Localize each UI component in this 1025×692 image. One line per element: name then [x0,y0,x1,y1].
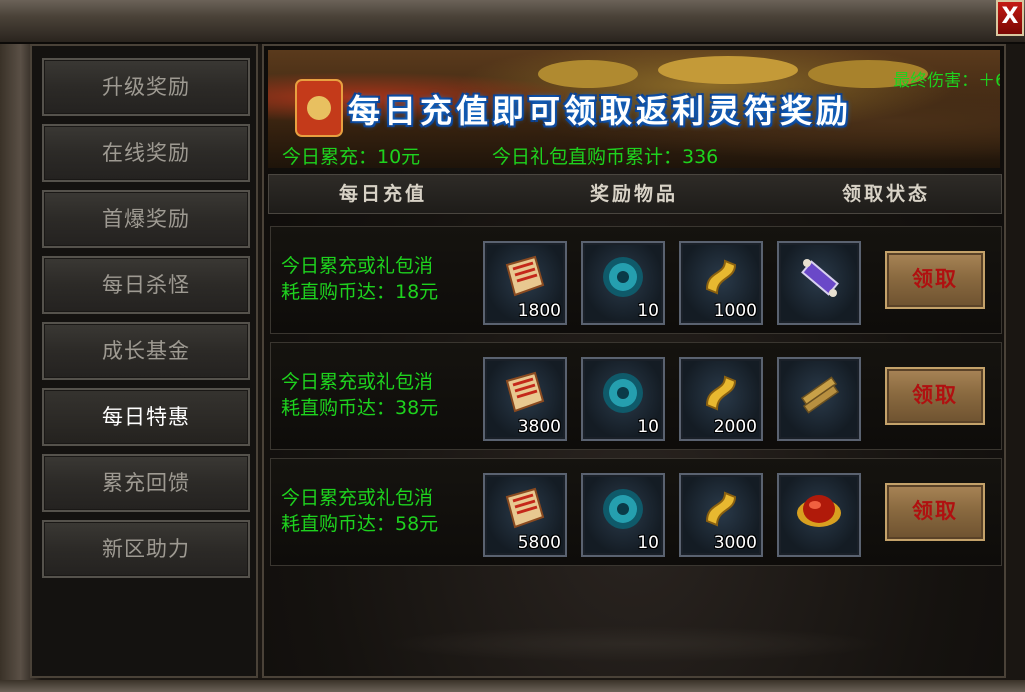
item-quantity: 1000 [713,301,757,321]
reward-row: 今日累充或礼包消 耗直购币达：18元 1800 10 1000 领取 [270,226,1002,334]
claim-button[interactable]: 领取 [885,483,985,541]
item-quantity: 10 [637,533,659,553]
sidebar-item-daily-kill[interactable]: 每日杀怪 [42,256,250,314]
final-damage-text: 最终伤害：＋6 [893,71,1000,91]
gold-scroll-icon [705,259,737,295]
item-slot[interactable]: 10 [581,473,665,557]
red-lantern-decoration [295,79,343,137]
sidebar-item-first-drop-reward[interactable]: 首爆奖励 [42,190,250,248]
claim-button[interactable]: 领取 [885,367,985,425]
item-slot[interactable]: 5800 [483,473,567,557]
item-quantity: 2000 [713,417,757,437]
sidebar-item-new-server-boost[interactable]: 新区助力 [42,520,250,578]
claim-button[interactable]: 领取 [885,251,985,309]
requirement-line-2: 耗直购币达：18元 [281,281,439,303]
today-recharge-text: 今日累充：10元 [282,146,421,168]
sidebar-item-daily-deal[interactable]: 每日特惠 [42,388,250,446]
today-gift-coins-text: 今日礼包直购币累计：336 [492,146,719,168]
item-quantity: 10 [637,417,659,437]
table-header: 每日充值 奖励物品 领取状态 [268,174,1002,214]
scroll-bundle-icon [800,376,840,414]
main-panel: 每日充值即可领取返利灵符奖励 最终伤害：＋6 今日累充：10元 今日礼包直购币累… [262,44,1006,678]
sidebar: 升级奖励 在线奖励 首爆奖励 每日杀怪 成长基金 每日特惠 累充回馈 新区助力 [30,44,258,678]
teal-orb-icon [603,257,643,297]
sidebar-item-online-reward[interactable]: 在线奖励 [42,124,250,182]
item-slot[interactable]: 2000 [679,357,763,441]
item-slot[interactable] [777,473,861,557]
item-slot[interactable] [777,357,861,441]
teal-orb-icon [603,489,643,529]
header-reward-items: 奖励物品 [589,183,678,205]
sidebar-item-growth-fund[interactable]: 成长基金 [42,322,250,380]
red-gem-icon [797,495,841,527]
item-slot[interactable]: 3800 [483,357,567,441]
teal-orb-icon [603,373,643,413]
sidebar-item-level-reward[interactable]: 升级奖励 [42,58,250,116]
item-quantity: 5800 [517,533,561,553]
item-slot[interactable]: 10 [581,241,665,325]
row-requirement: 今日累充或礼包消 耗直购币达：38元 [281,369,477,421]
requirement-line-2: 耗直购币达：38元 [281,397,439,419]
gold-scroll-icon [705,375,737,411]
reward-row: 今日累充或礼包消 耗直购币达：38元 3800 10 2000 领取 [270,342,1002,450]
requirement-line-1: 今日累充或礼包消 [281,255,434,277]
header-claim-status: 领取状态 [841,183,930,205]
item-quantity: 10 [637,301,659,321]
sidebar-item-recharge-feedback[interactable]: 累充回馈 [42,454,250,512]
row-requirement: 今日累充或礼包消 耗直购币达：58元 [281,485,477,537]
item-slot[interactable] [777,241,861,325]
gold-scroll-icon [705,491,737,527]
item-slot[interactable]: 10 [581,357,665,441]
talisman-scroll-icon [505,371,545,413]
talisman-scroll-icon [505,487,545,529]
header-daily-recharge: 每日充值 [338,183,427,205]
item-quantity: 1800 [517,301,561,321]
item-quantity: 3000 [713,533,757,553]
close-button[interactable]: X [996,0,1024,36]
requirement-line-1: 今日累充或礼包消 [281,487,434,509]
row-requirement: 今日累充或礼包消 耗直购币达：18元 [281,253,477,305]
requirement-line-2: 耗直购币达：58元 [281,513,439,535]
banner-title: 每日充值即可领取返利灵符奖励 [348,92,853,130]
talisman-scroll-icon [505,255,545,297]
reward-row: 今日累充或礼包消 耗直购币达：58元 5800 10 3000 领取 [270,458,1002,566]
item-slot[interactable]: 1000 [679,241,763,325]
background-decoration [384,626,884,662]
purple-scroll-icon [801,259,839,297]
item-slot[interactable]: 3000 [679,473,763,557]
requirement-line-1: 今日累充或礼包消 [281,371,434,393]
promo-banner: 每日充值即可领取返利灵符奖励 最终伤害：＋6 今日累充：10元 今日礼包直购币累… [268,50,1000,168]
item-quantity: 3800 [517,417,561,437]
item-slot[interactable]: 1800 [483,241,567,325]
